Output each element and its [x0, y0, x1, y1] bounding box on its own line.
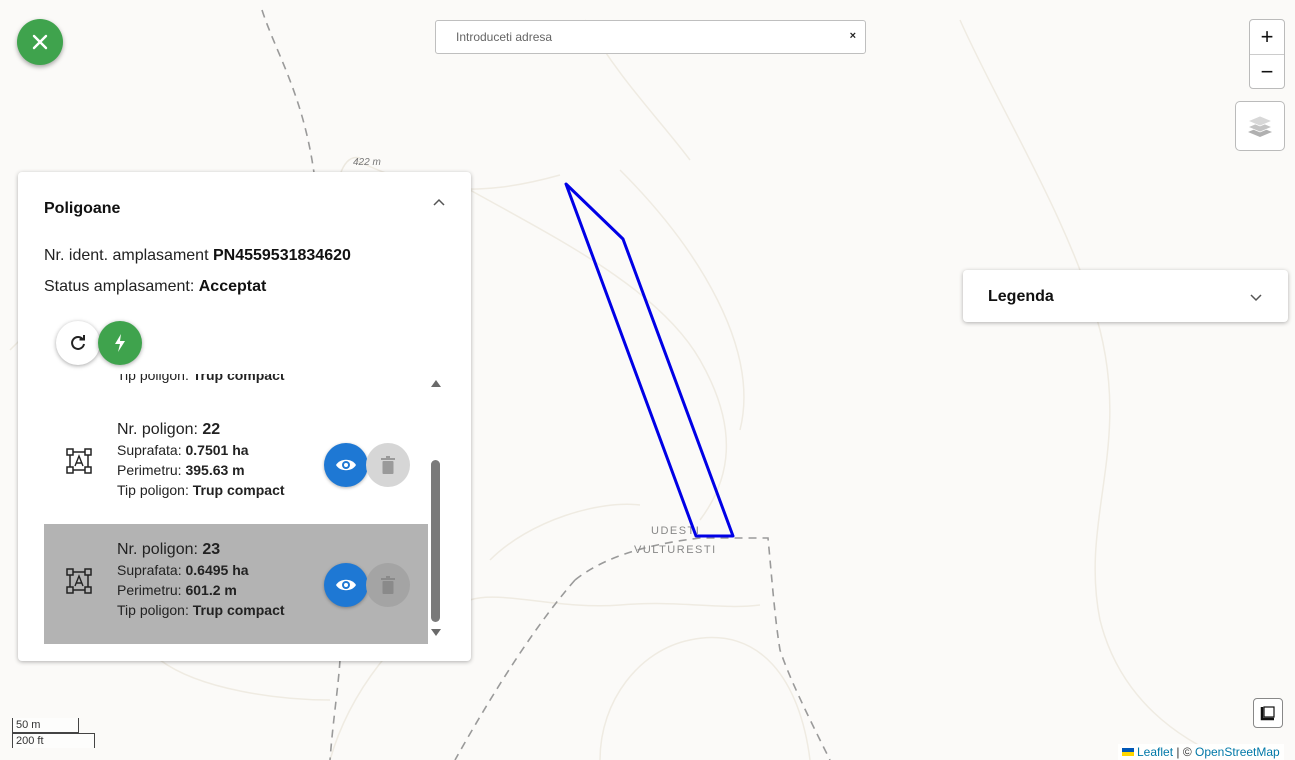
- polygon-type: Trup compact: [192, 482, 285, 498]
- list-item-selected[interactable]: Nr. poligon: 23 Suprafata: 0.6495 ha Per…: [44, 524, 428, 644]
- parcel-polygon[interactable]: [564, 182, 735, 538]
- polygon-type-label: Tip poligon:: [117, 602, 189, 618]
- site-status-label: Status amplasament:: [44, 278, 195, 295]
- chevron-down-icon: [1250, 294, 1262, 302]
- openstreetmap-link[interactable]: OpenStreetMap: [1195, 745, 1280, 759]
- list-item[interactable]: Nr. poligon: 22 Suprafata: 0.7501 ha Per…: [44, 404, 428, 524]
- map-attribution: Leaflet | © OpenStreetMap: [1118, 744, 1284, 760]
- polygon-area-label: Suprafata:: [117, 442, 182, 458]
- scale-metric: 50 m: [12, 718, 79, 733]
- ruler-icon: [1260, 706, 1275, 721]
- leaflet-link[interactable]: Leaflet: [1137, 745, 1173, 759]
- close-button[interactable]: [17, 19, 63, 65]
- polygon-area: 0.6495 ha: [185, 562, 249, 578]
- polygon-type: Trup compact: [192, 602, 285, 618]
- polygon-nr-label: Nr. poligon:: [117, 541, 198, 558]
- site-id: Nr. ident. amplasament PN4559531834620: [44, 247, 351, 265]
- polygon-type-label: Tip poligon:: [117, 482, 189, 498]
- delete-polygon-button[interactable]: [366, 563, 410, 607]
- search-clear-button[interactable]: ×: [850, 30, 856, 42]
- layers-button[interactable]: [1235, 101, 1285, 151]
- scroll-thumb[interactable]: [431, 460, 440, 622]
- measure-button[interactable]: [1253, 698, 1283, 728]
- close-icon: [32, 34, 48, 50]
- scroll-up-arrow-icon[interactable]: [431, 380, 441, 387]
- scale-imperial: 200 ft: [12, 733, 95, 748]
- flash-action-button[interactable]: [98, 321, 142, 365]
- eye-icon: [336, 579, 356, 591]
- polygon-nr: 22: [202, 421, 221, 438]
- trash-icon: [381, 456, 395, 474]
- site-id-label: Nr. ident. amplasament: [44, 247, 209, 264]
- refresh-button[interactable]: [56, 321, 100, 365]
- panel-collapse-button[interactable]: [432, 196, 446, 215]
- bolt-icon: [115, 334, 125, 352]
- trash-icon: [381, 576, 395, 594]
- refresh-icon: [71, 335, 85, 350]
- zoom-control: + −: [1249, 19, 1285, 89]
- address-search: ×: [435, 20, 866, 54]
- site-id-value: PN4559531834620: [212, 247, 351, 264]
- site-status-value: Acceptat: [198, 278, 267, 295]
- attribution-separator: | ©: [1173, 745, 1195, 759]
- chevron-up-icon: [433, 198, 445, 206]
- ukraine-flag-icon: [1122, 748, 1134, 756]
- polygon-list[interactable]: Tip poligon: Trup compact Nr. poligon: 2…: [44, 374, 428, 644]
- scroll-down-arrow-icon[interactable]: [431, 629, 441, 636]
- view-polygon-button[interactable]: [324, 443, 368, 487]
- polygon-icon: [66, 568, 92, 594]
- list-item-partial: Tip poligon: Trup compact: [117, 374, 285, 383]
- place-label-vulturesti: VULTURESTI: [634, 544, 717, 556]
- delete-polygon-button[interactable]: [366, 443, 410, 487]
- site-status: Status amplasament: Acceptat: [44, 278, 266, 296]
- polygon-perimeter: 395.63 m: [185, 462, 245, 478]
- zoom-in-button[interactable]: +: [1250, 20, 1284, 55]
- zoom-out-button[interactable]: −: [1250, 55, 1284, 89]
- polygon-perimeter-label: Perimetru:: [117, 462, 182, 478]
- panel-title: Poligoane: [44, 200, 121, 217]
- legend-panel[interactable]: Legenda: [963, 270, 1288, 322]
- polygon-icon: [66, 448, 92, 474]
- eye-icon: [336, 459, 356, 471]
- polygon-nr: 23: [202, 541, 221, 558]
- polygon-nr-label: Nr. poligon:: [117, 421, 198, 438]
- scale-bar: 50 m 200 ft: [12, 718, 95, 748]
- polygon-area-label: Suprafata:: [117, 562, 182, 578]
- layers-icon: [1246, 115, 1274, 137]
- legend-title: Legenda: [988, 288, 1054, 305]
- list-scrollbar[interactable]: [428, 374, 444, 644]
- view-polygon-button[interactable]: [324, 563, 368, 607]
- polygon-perimeter: 601.2 m: [185, 582, 237, 598]
- address-search-input[interactable]: [454, 29, 838, 45]
- polygons-panel: Poligoane Nr. ident. amplasament PN45595…: [18, 172, 471, 661]
- elevation-label: 422 m: [353, 157, 381, 168]
- polygon-perimeter-label: Perimetru:: [117, 582, 182, 598]
- polygon-area: 0.7501 ha: [185, 442, 249, 458]
